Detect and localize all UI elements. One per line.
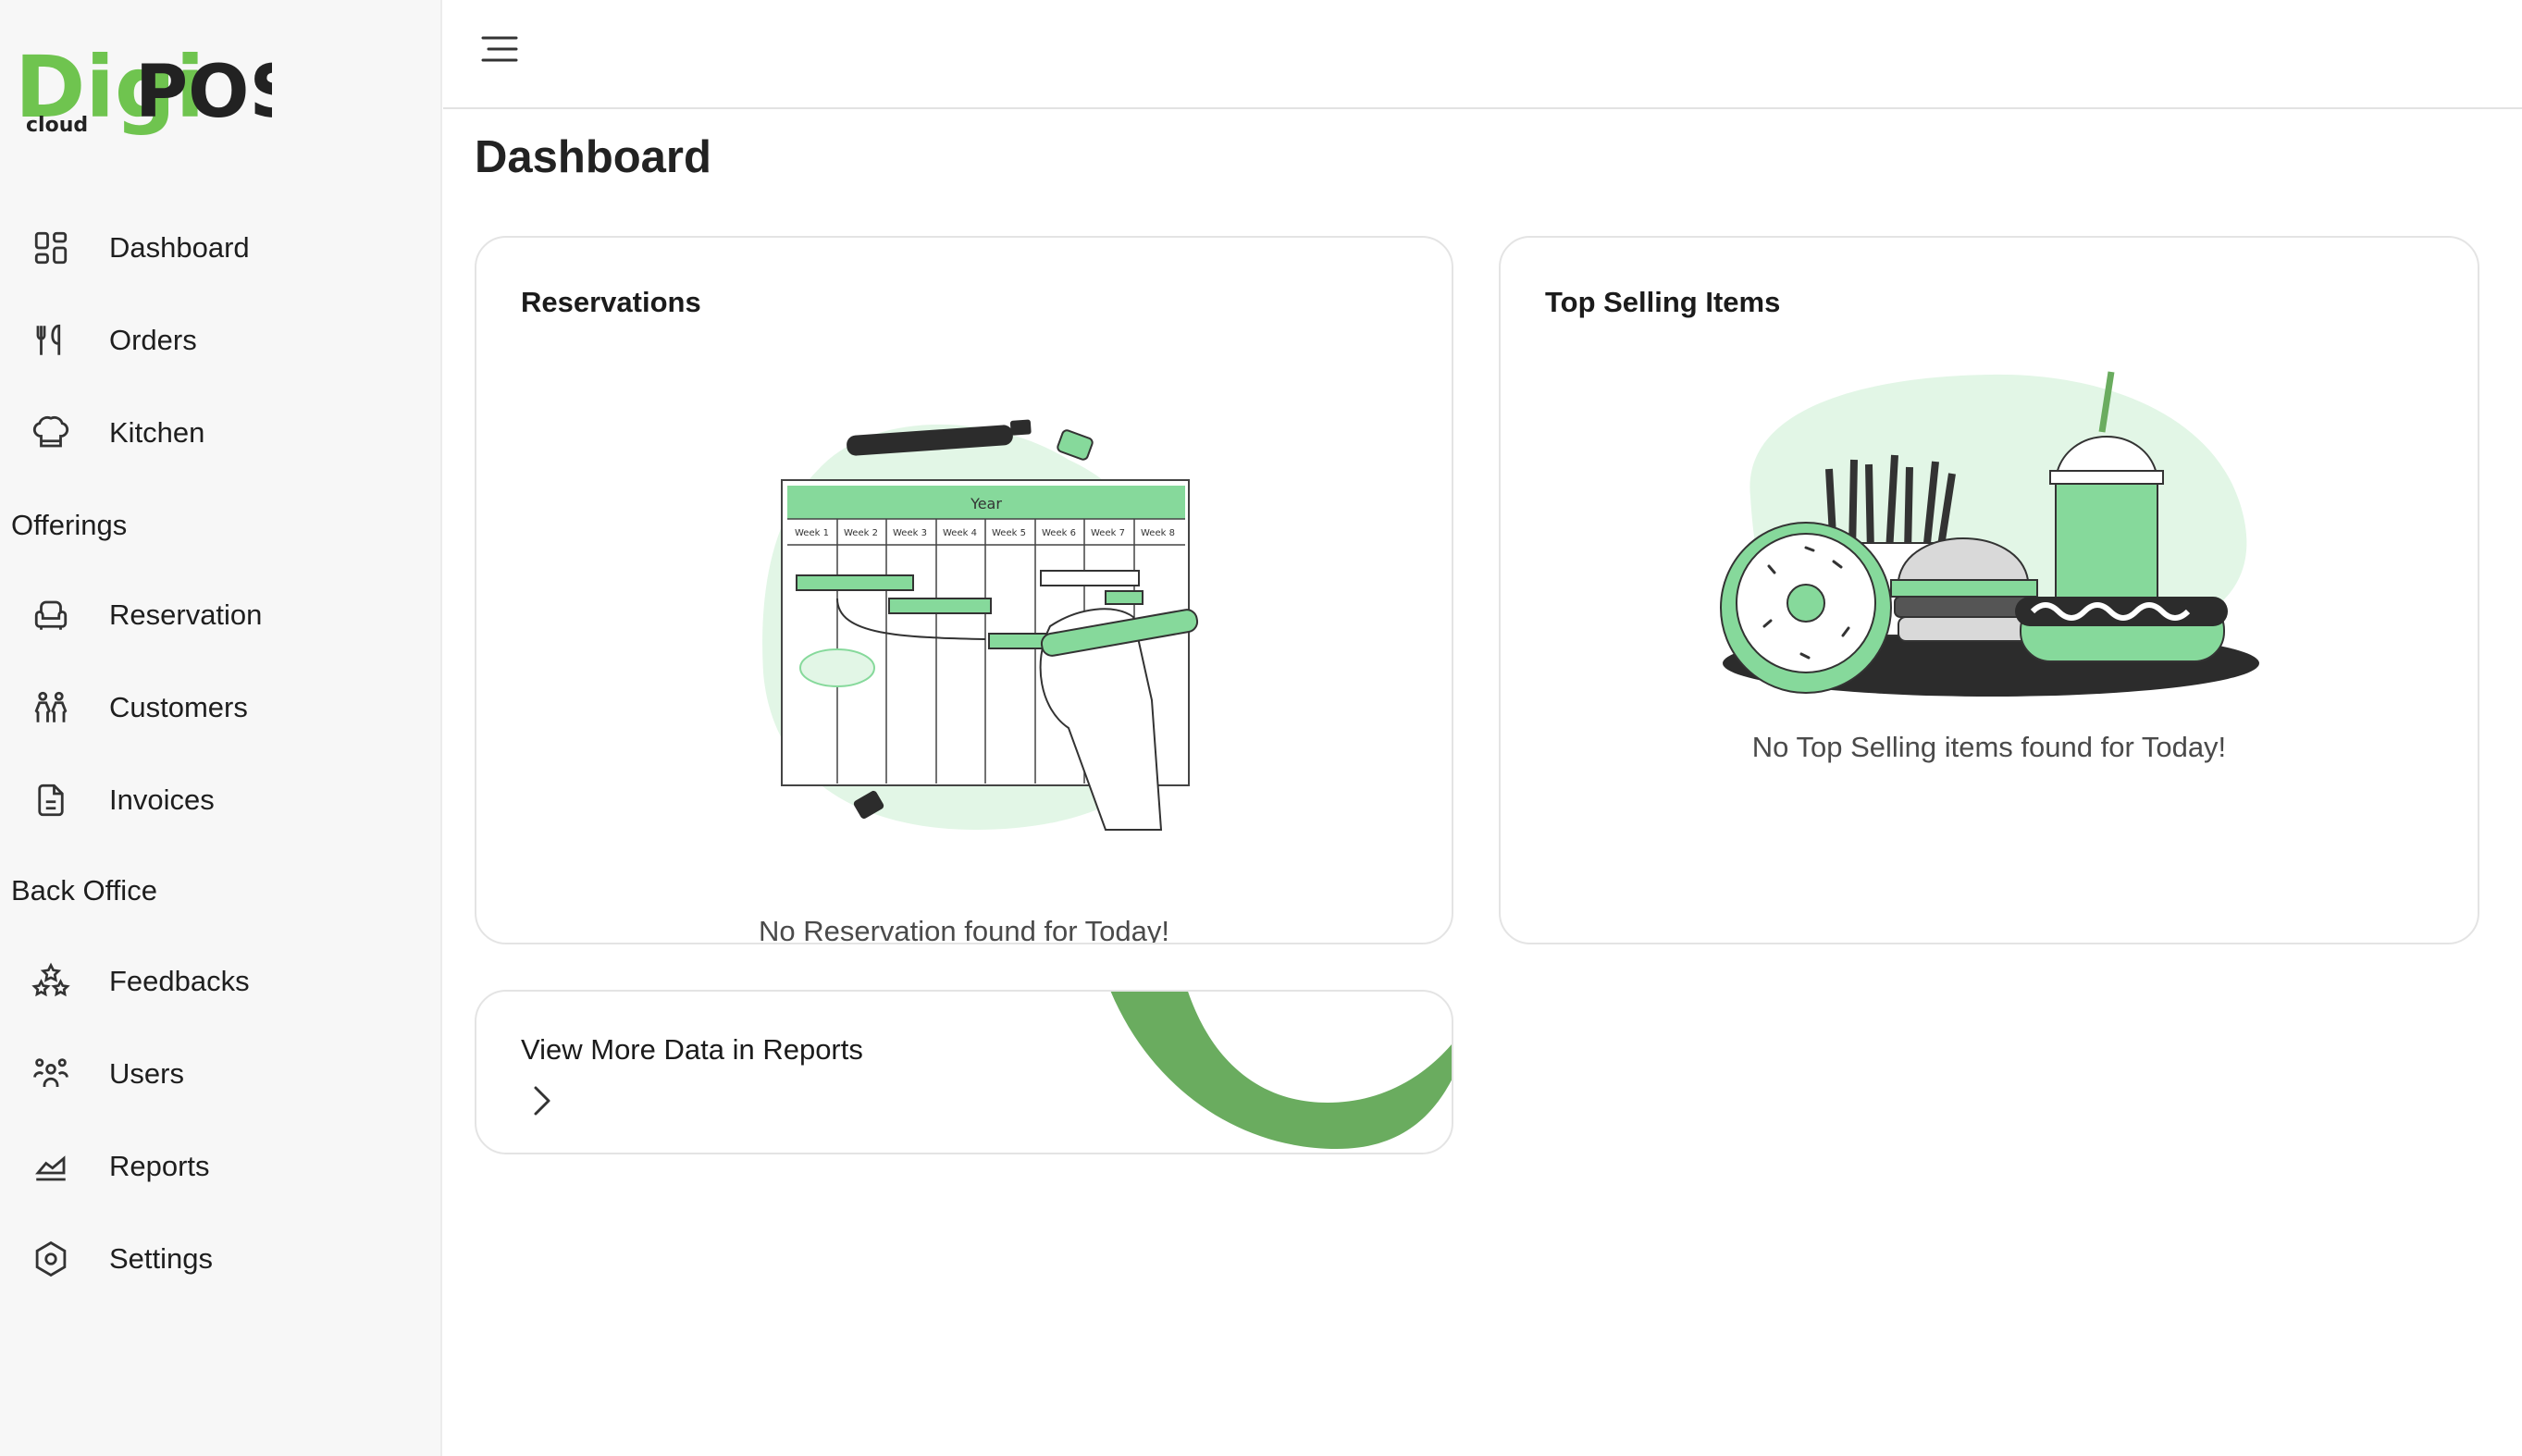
page-title: Dashboard bbox=[475, 132, 711, 182]
calendar-planning-illustration: Year Week 1 Week 2 Week 3 Week 4 Week 5 … bbox=[762, 419, 1199, 831]
week-label: Week 3 bbox=[893, 528, 927, 538]
calendar-year-header: Year bbox=[970, 495, 1002, 512]
stars-icon bbox=[31, 962, 70, 997]
fast-food-illustration bbox=[1720, 371, 2259, 697]
week-label: Week 2 bbox=[844, 528, 878, 538]
chevron-right-icon[interactable] bbox=[530, 1084, 556, 1117]
sidebar-item-label: Reports bbox=[109, 1150, 210, 1182]
digipos-logo[interactable]: Digi POS cloud bbox=[13, 28, 302, 139]
dashboard-grid-icon bbox=[34, 231, 68, 265]
sidebar-item-label: Customers bbox=[109, 691, 248, 723]
sidebar-item-feedbacks[interactable]: Feedbacks bbox=[0, 944, 442, 1018]
sidebar-item-label: Dashboard bbox=[109, 231, 250, 264]
sidebar-item-label: Feedbacks bbox=[109, 965, 250, 997]
top-bar bbox=[443, 0, 2522, 109]
users-group-icon bbox=[33, 1058, 68, 1087]
chef-hat-icon bbox=[32, 415, 69, 448]
section-back-office: Back Office bbox=[11, 874, 157, 907]
settings-hexagon-icon bbox=[35, 1240, 67, 1277]
week-label: Week 1 bbox=[795, 528, 829, 538]
sidebar-item-label: Orders bbox=[109, 324, 197, 356]
week-label: Week 8 bbox=[1141, 528, 1175, 538]
section-offerings: Offerings bbox=[11, 509, 128, 541]
hamburger-icon[interactable] bbox=[480, 33, 519, 65]
view-reports-label[interactable]: View More Data in Reports bbox=[521, 1033, 863, 1067]
week-label: Week 6 bbox=[1042, 528, 1076, 538]
top-selling-empty-message: No Top Selling items found for Today! bbox=[1751, 731, 2227, 763]
sidebar-item-settings[interactable]: Settings bbox=[0, 1222, 442, 1296]
sidebar-item-invoices[interactable]: Invoices bbox=[0, 763, 442, 837]
sidebar-item-reports[interactable]: Reports bbox=[0, 1129, 442, 1203]
sidebar-item-label: Settings bbox=[109, 1242, 214, 1275]
decorative-arc bbox=[1110, 992, 1452, 1149]
sidebar: Digi POS cloud Dashboard Orders Kitchen … bbox=[0, 0, 442, 1456]
sidebar-item-reservation[interactable]: Reservation bbox=[0, 578, 442, 652]
sidebar-item-users[interactable]: Users bbox=[0, 1037, 442, 1111]
week-label: Week 5 bbox=[992, 528, 1026, 538]
week-label: Week 4 bbox=[943, 528, 977, 538]
document-icon bbox=[38, 784, 64, 817]
sidebar-item-label: Users bbox=[109, 1057, 184, 1090]
logo-text-pos: POS bbox=[135, 51, 272, 134]
sidebar-item-kitchen[interactable]: Kitchen bbox=[0, 396, 442, 470]
sidebar-item-label: Kitchen bbox=[109, 416, 205, 449]
chart-area-icon bbox=[35, 1155, 66, 1181]
fork-knife-icon bbox=[36, 324, 61, 355]
reservations-card-title: Reservations bbox=[521, 286, 701, 318]
top-selling-card: Top Selling Items No Top Selling items f… bbox=[1499, 236, 2479, 944]
sidebar-item-orders[interactable]: Orders bbox=[0, 303, 442, 377]
reservations-card: Reservations Year Week 1 Week 2 Week 3 W… bbox=[475, 236, 1453, 944]
week-label: Week 7 bbox=[1091, 528, 1125, 538]
sidebar-item-dashboard[interactable]: Dashboard bbox=[0, 211, 442, 285]
armchair-icon bbox=[34, 600, 68, 630]
people-icon bbox=[34, 691, 68, 722]
sidebar-item-label: Invoices bbox=[109, 784, 215, 816]
reservations-empty-message: No Reservation found for Today! bbox=[758, 915, 1170, 944]
logo-text-cloud: cloud bbox=[26, 114, 88, 137]
sidebar-item-label: Reservation bbox=[109, 598, 263, 631]
top-selling-card-title: Top Selling Items bbox=[1545, 286, 1781, 318]
view-reports-card[interactable]: View More Data in Reports bbox=[475, 990, 1453, 1154]
sidebar-item-customers[interactable]: Customers bbox=[0, 671, 442, 745]
